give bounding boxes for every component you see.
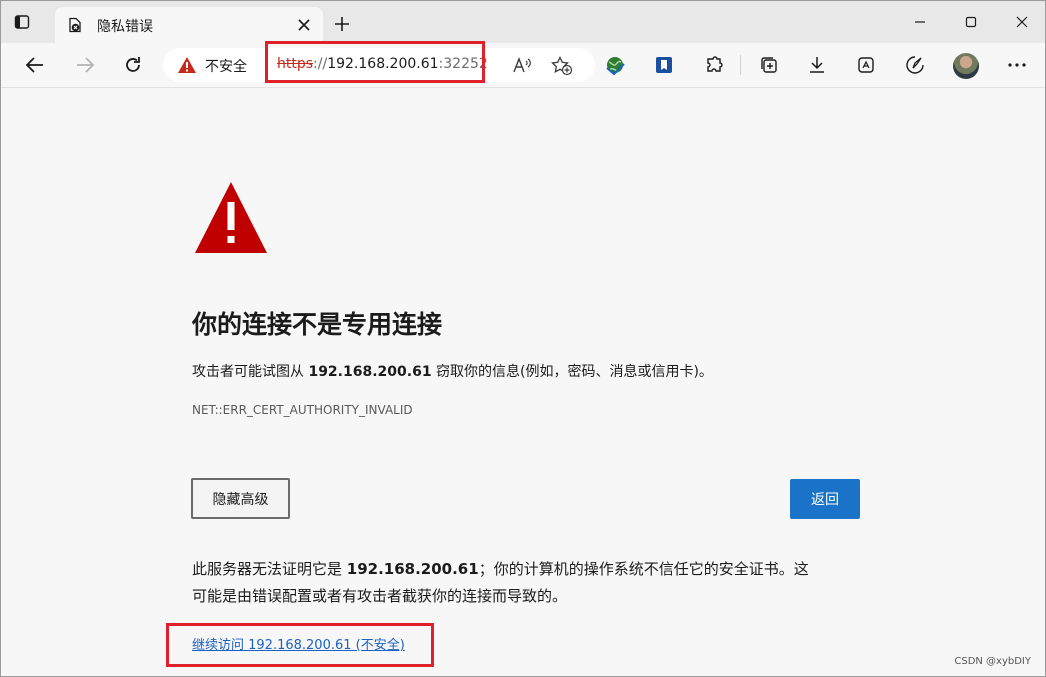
bookmark-extension-icon[interactable]	[652, 53, 676, 77]
performance-icon[interactable]	[903, 53, 927, 77]
document-warning-icon	[67, 17, 83, 33]
refresh-icon[interactable]	[121, 53, 145, 77]
extensions-puzzle-icon[interactable]	[702, 53, 726, 77]
toolbar: 不安全 https://192.168.200.61:32252	[1, 43, 1045, 88]
tab-title: 隐私错误	[97, 19, 153, 35]
read-aloud-icon[interactable]	[511, 55, 533, 77]
globe-extension-icon[interactable]	[603, 53, 627, 77]
downloads-icon[interactable]	[805, 53, 829, 77]
back-button[interactable]: 返回	[790, 479, 860, 519]
add-favorite-icon[interactable]	[551, 55, 573, 77]
warning-triangle-icon[interactable]	[177, 56, 197, 74]
toolbar-divider	[740, 55, 741, 75]
tab-actions-icon[interactable]	[11, 11, 33, 33]
details-line-2: 可能是由错误配置或者有攻击者截获你的连接而导致的。	[192, 587, 568, 605]
details-prefix: 此服务器无法证明它是	[192, 560, 347, 578]
description-host: 192.168.200.61	[308, 364, 432, 380]
profile-avatar[interactable]	[953, 53, 979, 79]
new-tab-icon[interactable]	[331, 13, 353, 35]
details-host: 192.168.200.61	[346, 560, 479, 578]
description-suffix: 窃取你的信息(例如，密码、消息或信用卡)。	[431, 364, 713, 380]
forward-arrow-icon[interactable]	[73, 53, 97, 77]
details-paragraph: 此服务器无法证明它是 192.168.200.61；你的计算机的操作系统不信任它…	[192, 556, 872, 610]
page-title: 你的连接不是专用连接	[192, 310, 443, 339]
description: 攻击者可能试图从 192.168.200.61 窃取你的信息(例如，密码、消息或…	[192, 361, 713, 381]
description-prefix: 攻击者可能试图从	[192, 364, 309, 380]
warning-triangle-icon	[193, 180, 269, 255]
maximize-icon[interactable]	[960, 11, 982, 33]
more-options-icon[interactable]	[1005, 53, 1029, 77]
back-arrow-icon[interactable]	[23, 53, 47, 77]
tab-privacy-error[interactable]: 隐私错误	[55, 7, 323, 43]
close-icon[interactable]	[295, 16, 313, 34]
math-solver-icon[interactable]	[854, 53, 878, 77]
watermark: CSDN @xybDIY	[954, 656, 1031, 667]
url-highlight-box	[265, 41, 485, 83]
window-close-icon[interactable]	[1011, 11, 1033, 33]
tab-strip: 隐私错误	[1, 1, 1045, 43]
hide-advanced-button[interactable]: 隐藏高级	[191, 478, 290, 519]
browser-window: 隐私错误 不安全 https://192.168.200.61:32252 你的…	[0, 0, 1046, 677]
collections-icon[interactable]	[757, 53, 781, 77]
minimize-icon[interactable]	[909, 11, 931, 33]
details-suffix: ；你的计算机的操作系统不信任它的安全证书。这	[478, 560, 809, 578]
error-code: NET::ERR_CERT_AUTHORITY_INVALID	[192, 403, 413, 417]
not-secure-label[interactable]: 不安全	[205, 56, 247, 76]
details-line-1: 此服务器无法证明它是 192.168.200.61；你的计算机的操作系统不信任它…	[192, 556, 872, 583]
proceed-highlight-box	[166, 623, 434, 667]
